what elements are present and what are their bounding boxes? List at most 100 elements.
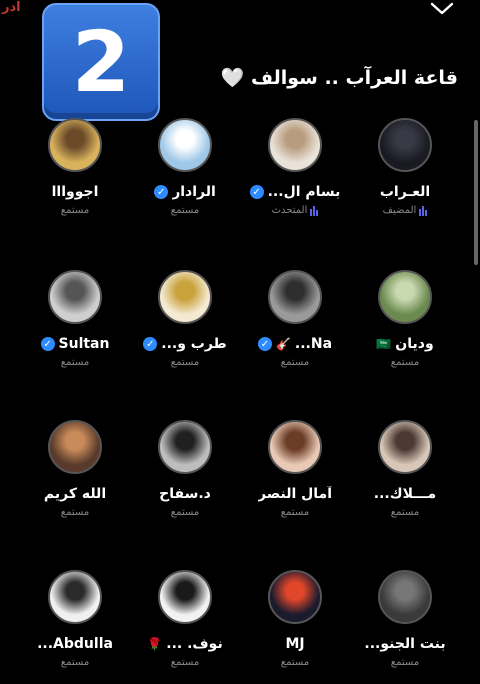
participant-name-row: Na... 🎸 ✓ [240,336,350,352]
avatar-night-sky[interactable] [268,570,322,624]
participant-name-row: الله كريم [20,486,130,502]
participant-role-row: مستمع [240,357,350,368]
participant-name-row: الرادار ✓ [130,184,240,200]
participant-name: الرادار [172,184,216,200]
participant-name-row: بنت الجنو... [350,636,460,652]
participant-card[interactable]: مـــلاك... مستمع [350,420,460,518]
participant-role: مستمع [390,657,420,668]
speaking-indicator-icon [419,205,428,216]
name-emoji: 🎸 [275,337,291,351]
participant-name: طرب و... [161,336,227,352]
participant-role: المتحدث [271,205,308,216]
avatar-bw-photo[interactable] [268,270,322,324]
participant-role: مستمع [170,657,200,668]
avatar-green-scene[interactable] [378,270,432,324]
participant-name: MJ [285,636,305,652]
participant-name: Na... [294,336,333,352]
verified-badge-icon: ✓ [154,185,169,199]
participant-role-row: مستمع [130,205,240,216]
avatar-radar-dish[interactable] [158,118,212,172]
participant-name-row: اجووااا [20,184,130,200]
avatar-corridor[interactable] [48,420,102,474]
scrollbar[interactable] [474,120,478,265]
avatar-man-bw[interactable] [158,420,212,474]
avatar-dark-text[interactable] [378,570,432,624]
participant-card[interactable]: وديان 🇸🇦 مستمع [350,270,460,368]
verified-badge-icon: ✓ [257,337,272,351]
participant-card[interactable]: العـراب المضيف [350,118,460,216]
participant-card[interactable]: Na... 🎸 ✓ مستمع [240,270,350,368]
participant-name: Sultan [58,336,110,352]
avatar-woman-hair[interactable] [158,570,212,624]
participant-role: مستمع [280,357,310,368]
participant-role: مستمع [170,205,200,216]
participant-name-row: Abdulla... [20,636,130,652]
avatar-sketch-man[interactable] [48,570,102,624]
participant-role: مستمع [170,357,200,368]
participant-name: بسام ال... [267,184,341,200]
participant-card[interactable]: اجووااا مستمع [20,118,130,216]
participant-name-row: بسام ال... ✓ [240,184,350,200]
participant-role-row: مستمع [240,657,350,668]
participant-role-row: مستمع [350,657,460,668]
participant-role: مستمع [390,507,420,518]
participant-role-row: مستمع [130,657,240,668]
participant-card[interactable]: MJ مستمع [240,570,350,668]
participant-role-row: مستمع [130,357,240,368]
participant-card[interactable]: بنت الجنو... مستمع [350,570,460,668]
participant-role-row: مستمع [20,205,130,216]
participant-card[interactable]: Sultan ✓ مستمع [20,270,130,368]
participant-role-row: مستمع [130,507,240,518]
participant-name-row: طرب و... ✓ [130,336,240,352]
verified-badge-icon: ✓ [40,337,55,351]
avatar-rocks[interactable] [48,270,102,324]
avatar-cartoon[interactable] [48,118,102,172]
corner-text: ادر [2,0,21,15]
room-title: قاعة العرآب .. سوالف 🤍 [220,67,458,89]
participant-name: اجووااا [51,184,99,200]
participant-card[interactable]: د.سفاح مستمع [130,420,240,518]
name-emoji: 🌹 [147,637,163,651]
participant-role-row: المتحدث [240,205,350,216]
avatar-group[interactable] [378,118,432,172]
chevron-down-icon[interactable] [430,2,454,16]
participant-role: مستمع [280,507,310,518]
participant-name: بنت الجنو... [364,636,446,652]
number-two-sticker: 2 [42,3,160,121]
participant-card[interactable]: بسام ال... ✓ المتحدث [240,118,350,216]
participant-name-row: د.سفاح [130,486,240,502]
participant-card[interactable]: نوف. ... 🌹 مستمع [130,570,240,668]
participant-role-row: مستمع [20,657,130,668]
avatar-man-shemagh[interactable] [268,118,322,172]
participant-name: آمال النصر [257,486,333,502]
participant-card[interactable]: آمال النصر مستمع [240,420,350,518]
participant-name: العـراب [379,184,431,200]
avatar-woman[interactable] [268,420,322,474]
participant-name-row: نوف. ... 🌹 [130,636,240,652]
participant-card[interactable]: الرادار ✓ مستمع [130,118,240,216]
speaking-indicator-icon [310,205,319,216]
participant-role-row: المضيف [350,205,460,216]
participant-role-row: مستمع [20,507,130,518]
participant-role-row: مستمع [240,507,350,518]
participant-role: مستمع [170,507,200,518]
participant-card[interactable]: طرب و... ✓ مستمع [130,270,240,368]
participant-name: نوف. ... [166,636,223,652]
avatar-gold-clef[interactable] [158,270,212,324]
participant-name: مـــلاك... [373,486,437,502]
verified-badge-icon: ✓ [143,337,158,351]
verified-badge-icon: ✓ [249,185,264,199]
participant-card[interactable]: Abdulla... مستمع [20,570,130,668]
name-emoji: 🇸🇦 [376,337,392,351]
participant-role: مستمع [60,507,90,518]
participant-name-row: العـراب [350,184,460,200]
participant-name-row: آمال النصر [240,486,350,502]
participant-name: وديان [395,336,434,352]
sticker-digit: 2 [71,13,131,111]
participant-card[interactable]: الله كريم مستمع [20,420,130,518]
participant-role: مستمع [280,657,310,668]
participant-role-row: مستمع [350,357,460,368]
participant-role: مستمع [390,357,420,368]
participant-role: مستمع [60,657,90,668]
avatar-short-hair-woman[interactable] [378,420,432,474]
